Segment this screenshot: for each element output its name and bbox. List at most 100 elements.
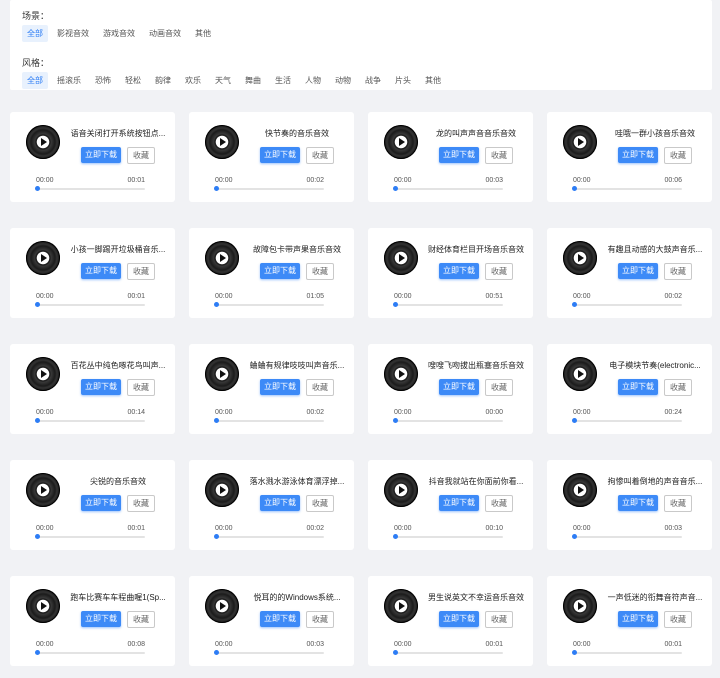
progress-track[interactable] xyxy=(214,186,324,191)
style-chip-rock[interactable]: 摇滚乐 xyxy=(52,72,86,89)
play-icon[interactable] xyxy=(578,370,584,378)
vinyl-disc-icon[interactable] xyxy=(205,241,239,275)
vinyl-disc-icon[interactable] xyxy=(563,125,597,159)
progress-knob[interactable] xyxy=(572,650,577,655)
style-chip-relaxed[interactable]: 轻松 xyxy=(120,72,146,89)
progress-knob[interactable] xyxy=(572,302,577,307)
progress-track[interactable] xyxy=(393,302,503,307)
progress-knob[interactable] xyxy=(35,302,40,307)
scene-chip-game[interactable]: 游戏音效 xyxy=(98,25,140,42)
scene-chip-all[interactable]: 全部 xyxy=(22,25,48,42)
favorite-button[interactable]: 收藏 xyxy=(485,263,513,280)
progress-track[interactable] xyxy=(393,650,503,655)
style-chip-life[interactable]: 生活 xyxy=(270,72,296,89)
play-icon[interactable] xyxy=(578,254,584,262)
play-icon[interactable] xyxy=(399,370,405,378)
favorite-button[interactable]: 收藏 xyxy=(485,611,513,628)
play-icon[interactable] xyxy=(220,138,226,146)
download-button[interactable]: 立即下载 xyxy=(260,495,300,511)
style-chip-dance[interactable]: 舞曲 xyxy=(240,72,266,89)
style-chip-weather[interactable]: 天气 xyxy=(210,72,236,89)
progress-track[interactable] xyxy=(572,418,682,423)
progress-track[interactable] xyxy=(393,534,503,539)
progress-knob[interactable] xyxy=(393,650,398,655)
favorite-button[interactable]: 收藏 xyxy=(306,611,334,628)
play-icon[interactable] xyxy=(399,254,405,262)
play-icon[interactable] xyxy=(220,254,226,262)
progress-track[interactable] xyxy=(393,186,503,191)
vinyl-disc-icon[interactable] xyxy=(205,473,239,507)
download-button[interactable]: 立即下载 xyxy=(618,495,658,511)
progress-track[interactable] xyxy=(572,534,682,539)
favorite-button[interactable]: 收藏 xyxy=(127,379,155,396)
favorite-button[interactable]: 收藏 xyxy=(306,147,334,164)
vinyl-disc-icon[interactable] xyxy=(384,357,418,391)
download-button[interactable]: 立即下载 xyxy=(81,379,121,395)
download-button[interactable]: 立即下载 xyxy=(439,263,479,279)
style-chip-joy[interactable]: 欢乐 xyxy=(180,72,206,89)
vinyl-disc-icon[interactable] xyxy=(26,473,60,507)
style-chip-horror[interactable]: 恐怖 xyxy=(90,72,116,89)
play-icon[interactable] xyxy=(399,602,405,610)
progress-track[interactable] xyxy=(35,302,145,307)
style-chip-intro[interactable]: 片头 xyxy=(390,72,416,89)
play-icon[interactable] xyxy=(41,370,47,378)
progress-knob[interactable] xyxy=(35,650,40,655)
progress-knob[interactable] xyxy=(214,650,219,655)
progress-track[interactable] xyxy=(572,186,682,191)
vinyl-disc-icon[interactable] xyxy=(26,241,60,275)
download-button[interactable]: 立即下载 xyxy=(81,147,121,163)
download-button[interactable]: 立即下载 xyxy=(260,263,300,279)
download-button[interactable]: 立即下载 xyxy=(260,611,300,627)
play-icon[interactable] xyxy=(41,254,47,262)
style-chip-people[interactable]: 人物 xyxy=(300,72,326,89)
play-icon[interactable] xyxy=(220,486,226,494)
vinyl-disc-icon[interactable] xyxy=(205,357,239,391)
play-icon[interactable] xyxy=(578,486,584,494)
play-icon[interactable] xyxy=(578,138,584,146)
download-button[interactable]: 立即下载 xyxy=(439,147,479,163)
download-button[interactable]: 立即下载 xyxy=(618,147,658,163)
vinyl-disc-icon[interactable] xyxy=(384,125,418,159)
favorite-button[interactable]: 收藏 xyxy=(127,263,155,280)
progress-track[interactable] xyxy=(214,650,324,655)
progress-track[interactable] xyxy=(35,650,145,655)
style-chip-other[interactable]: 其他 xyxy=(420,72,446,89)
progress-track[interactable] xyxy=(35,186,145,191)
progress-knob[interactable] xyxy=(572,418,577,423)
progress-track[interactable] xyxy=(214,534,324,539)
vinyl-disc-icon[interactable] xyxy=(26,589,60,623)
style-chip-animal[interactable]: 动物 xyxy=(330,72,356,89)
favorite-button[interactable]: 收藏 xyxy=(306,379,334,396)
progress-knob[interactable] xyxy=(572,534,577,539)
progress-knob[interactable] xyxy=(393,534,398,539)
download-button[interactable]: 立即下载 xyxy=(81,611,121,627)
favorite-button[interactable]: 收藏 xyxy=(127,495,155,512)
progress-track[interactable] xyxy=(572,650,682,655)
style-chip-rhythm[interactable]: 韵律 xyxy=(150,72,176,89)
download-button[interactable]: 立即下载 xyxy=(81,263,121,279)
vinyl-disc-icon[interactable] xyxy=(384,473,418,507)
download-button[interactable]: 立即下载 xyxy=(439,495,479,511)
favorite-button[interactable]: 收藏 xyxy=(664,495,692,512)
favorite-button[interactable]: 收藏 xyxy=(306,495,334,512)
progress-track[interactable] xyxy=(35,534,145,539)
download-button[interactable]: 立即下载 xyxy=(439,379,479,395)
play-icon[interactable] xyxy=(41,138,47,146)
favorite-button[interactable]: 收藏 xyxy=(664,147,692,164)
favorite-button[interactable]: 收藏 xyxy=(664,379,692,396)
style-chip-all[interactable]: 全部 xyxy=(22,72,48,89)
download-button[interactable]: 立即下载 xyxy=(81,495,121,511)
download-button[interactable]: 立即下载 xyxy=(439,611,479,627)
favorite-button[interactable]: 收藏 xyxy=(306,263,334,280)
progress-knob[interactable] xyxy=(393,418,398,423)
favorite-button[interactable]: 收藏 xyxy=(485,495,513,512)
progress-track[interactable] xyxy=(393,418,503,423)
progress-track[interactable] xyxy=(214,418,324,423)
vinyl-disc-icon[interactable] xyxy=(205,589,239,623)
vinyl-disc-icon[interactable] xyxy=(563,241,597,275)
vinyl-disc-icon[interactable] xyxy=(563,589,597,623)
play-icon[interactable] xyxy=(41,486,47,494)
favorite-button[interactable]: 收藏 xyxy=(664,611,692,628)
vinyl-disc-icon[interactable] xyxy=(26,357,60,391)
